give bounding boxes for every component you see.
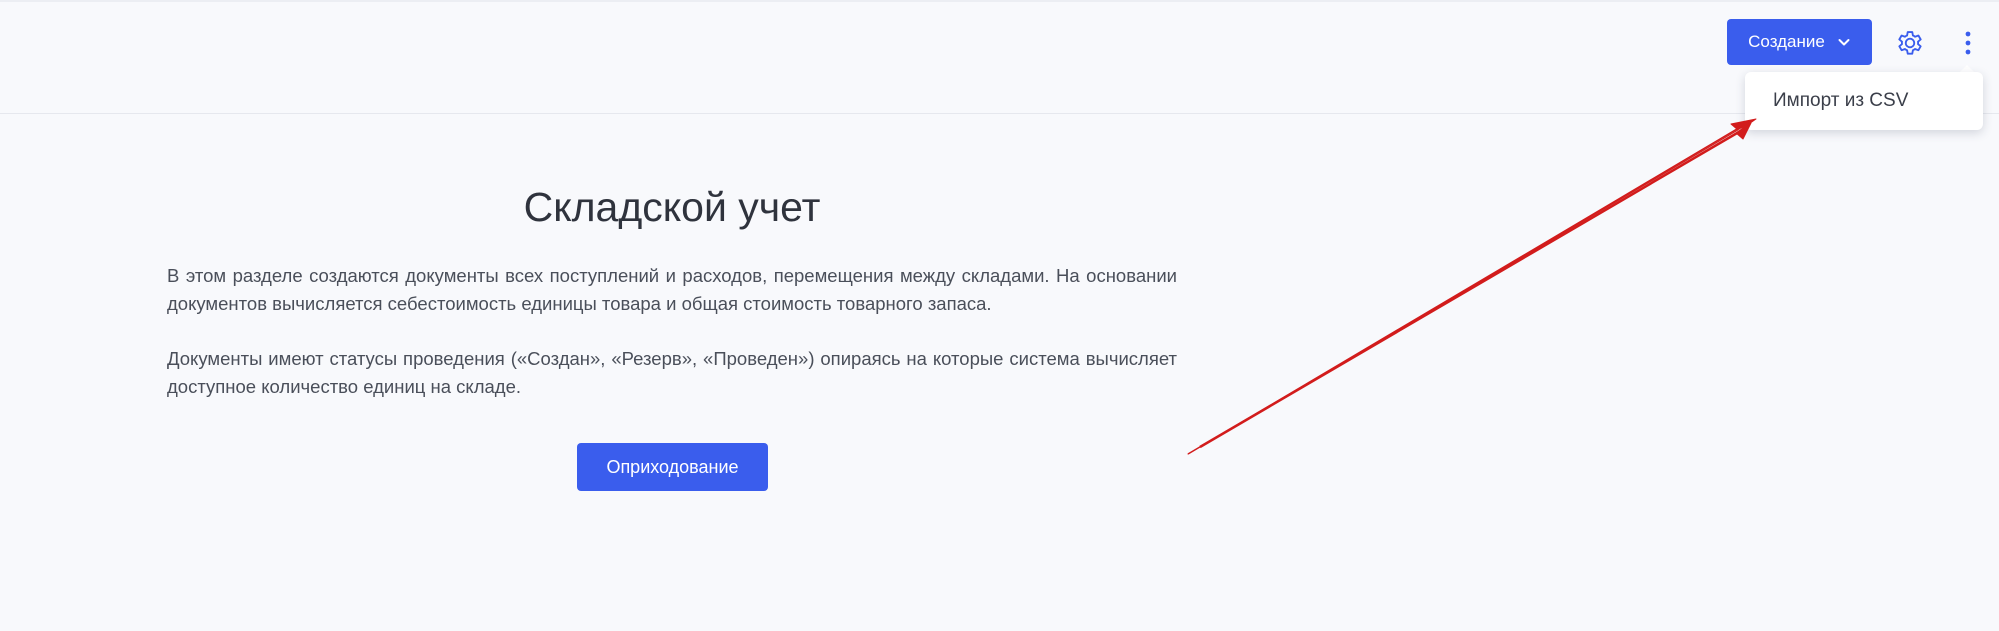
page: Создание Импорт из CSV Складской учет В … xyxy=(0,0,1999,631)
create-button-label: Создание xyxy=(1748,32,1825,51)
menu-item-import-csv[interactable]: Импорт из CSV xyxy=(1773,72,1908,130)
create-button[interactable]: Создание xyxy=(1727,19,1872,65)
more-vertical-icon[interactable] xyxy=(1958,27,1978,59)
gear-icon[interactable] xyxy=(1894,27,1926,59)
header-bar xyxy=(0,2,1999,114)
description-paragraph: В этом разделе создаются документы всех … xyxy=(167,265,1177,314)
status-paragraph: Документы имеют статусы проведения («Соз… xyxy=(167,348,1177,397)
intake-button[interactable]: Оприходование xyxy=(577,443,768,491)
page-title: Складской учет xyxy=(523,184,821,230)
create-dropdown-menu: Импорт из CSV xyxy=(1745,72,1983,130)
chevron-down-icon xyxy=(1838,39,1850,46)
